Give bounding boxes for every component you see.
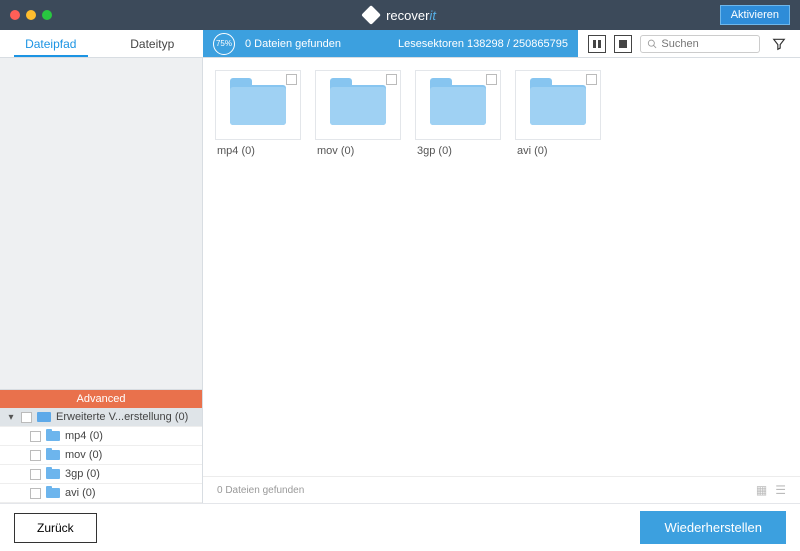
recover-button[interactable]: Wiederherstellen bbox=[640, 511, 786, 544]
tree-item-3gp[interactable]: 3gp (0) bbox=[0, 465, 202, 484]
filter-icon[interactable] bbox=[768, 33, 790, 55]
folder-icon bbox=[530, 85, 586, 125]
checkbox[interactable] bbox=[30, 431, 41, 442]
folder-label: avi (0) bbox=[515, 140, 601, 162]
folder-thumb bbox=[415, 70, 501, 140]
app-title: recoverit bbox=[364, 8, 436, 23]
tree-item-label: mp4 (0) bbox=[65, 430, 103, 442]
folder-label: mp4 (0) bbox=[215, 140, 301, 162]
tree: ▾ Erweiterte V...erstellung (0) mp4 (0) … bbox=[0, 408, 202, 503]
tree-root-label: Erweiterte V...erstellung (0) bbox=[56, 411, 188, 423]
folder-card-3gp[interactable]: 3gp (0) bbox=[415, 70, 501, 162]
minimize-icon[interactable] bbox=[26, 10, 36, 20]
chevron-down-icon[interactable]: ▾ bbox=[6, 412, 16, 422]
activate-button[interactable]: Aktivieren bbox=[720, 5, 790, 25]
tree-root[interactable]: ▾ Erweiterte V...erstellung (0) bbox=[0, 408, 202, 427]
folder-thumb bbox=[315, 70, 401, 140]
status-text: 0 Dateien gefunden bbox=[217, 485, 304, 496]
toolbar: Dateipfad Dateityp 75% 0 Dateien gefunde… bbox=[0, 30, 800, 58]
progress-sectors-text: Lesesektoren 138298 / 250865795 bbox=[398, 38, 568, 50]
progress-found-text: 0 Dateien gefunden bbox=[245, 38, 341, 50]
folder-icon bbox=[46, 450, 60, 460]
main-panel: mp4 (0) mov (0) 3gp (0) bbox=[203, 58, 800, 503]
tree-item-label: mov (0) bbox=[65, 449, 102, 461]
controls bbox=[578, 30, 800, 57]
checkbox[interactable] bbox=[30, 450, 41, 461]
back-button[interactable]: Zurück bbox=[14, 513, 97, 543]
sidebar-top bbox=[0, 58, 202, 389]
stop-button[interactable] bbox=[614, 35, 632, 53]
content: Advanced ▾ Erweiterte V...erstellung (0)… bbox=[0, 58, 800, 503]
close-icon[interactable] bbox=[10, 10, 20, 20]
pause-button[interactable] bbox=[588, 35, 606, 53]
checkbox[interactable] bbox=[386, 74, 397, 85]
drive-icon bbox=[37, 412, 51, 422]
tab-filepath[interactable]: Dateipfad bbox=[0, 30, 102, 57]
folder-icon bbox=[46, 469, 60, 479]
tree-item-label: 3gp (0) bbox=[65, 468, 100, 480]
tree-item-avi[interactable]: avi (0) bbox=[0, 484, 202, 503]
maximize-icon[interactable] bbox=[42, 10, 52, 20]
folder-icon bbox=[46, 488, 60, 498]
folder-icon bbox=[330, 85, 386, 125]
checkbox[interactable] bbox=[286, 74, 297, 85]
folder-icon bbox=[46, 431, 60, 441]
checkbox[interactable] bbox=[30, 488, 41, 499]
footer: Zurück Wiederherstellen bbox=[0, 503, 800, 551]
folder-card-mp4[interactable]: mp4 (0) bbox=[215, 70, 301, 162]
folder-label: mov (0) bbox=[315, 140, 401, 162]
tree-item-label: avi (0) bbox=[65, 487, 96, 499]
folder-card-avi[interactable]: avi (0) bbox=[515, 70, 601, 162]
status-bar: 0 Dateien gefunden ▦ ☰ bbox=[203, 476, 800, 503]
checkbox[interactable] bbox=[21, 412, 32, 423]
grid-view-icon[interactable]: ▦ bbox=[756, 483, 767, 497]
tab-filetype[interactable]: Dateityp bbox=[102, 30, 204, 57]
folder-thumb bbox=[215, 70, 301, 140]
search-box[interactable] bbox=[640, 35, 760, 53]
checkbox[interactable] bbox=[30, 469, 41, 480]
tabs: Dateipfad Dateityp bbox=[0, 30, 203, 57]
folder-icon bbox=[430, 85, 486, 125]
advanced-header: Advanced bbox=[0, 390, 202, 408]
search-input[interactable] bbox=[661, 38, 753, 50]
traffic-lights bbox=[10, 10, 52, 20]
progress-bar: 75% 0 Dateien gefunden Lesesektoren 1382… bbox=[203, 30, 578, 57]
folder-card-mov[interactable]: mov (0) bbox=[315, 70, 401, 162]
tree-item-mp4[interactable]: mp4 (0) bbox=[0, 427, 202, 446]
sidebar: Advanced ▾ Erweiterte V...erstellung (0)… bbox=[0, 58, 203, 503]
titlebar: recoverit Aktivieren bbox=[0, 0, 800, 30]
logo-icon bbox=[361, 5, 381, 25]
view-toggles: ▦ ☰ bbox=[756, 483, 786, 497]
checkbox[interactable] bbox=[486, 74, 497, 85]
tree-item-mov[interactable]: mov (0) bbox=[0, 446, 202, 465]
search-icon bbox=[647, 38, 657, 50]
sidebar-tree: Advanced ▾ Erweiterte V...erstellung (0)… bbox=[0, 389, 202, 503]
folder-icon bbox=[230, 85, 286, 125]
checkbox[interactable] bbox=[586, 74, 597, 85]
folder-thumb bbox=[515, 70, 601, 140]
progress-percent: 75% bbox=[213, 33, 235, 55]
list-view-icon[interactable]: ☰ bbox=[775, 483, 786, 497]
folders-grid: mp4 (0) mov (0) 3gp (0) bbox=[203, 58, 800, 476]
folder-label: 3gp (0) bbox=[415, 140, 501, 162]
